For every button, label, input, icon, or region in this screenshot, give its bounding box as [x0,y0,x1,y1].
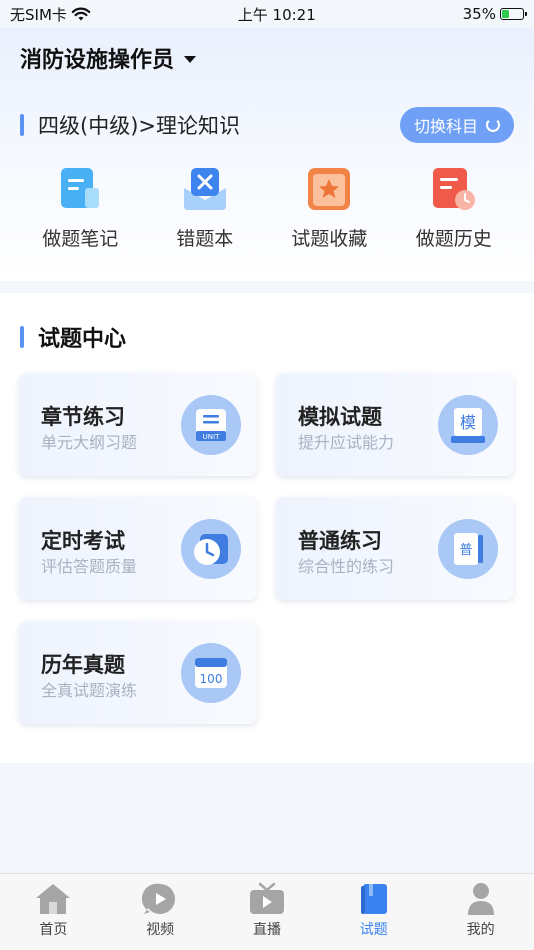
past-text: 100 [200,672,223,686]
quick-note[interactable]: 做题笔记 [25,166,135,266]
card-title: 历年真题 [41,653,125,677]
wrong-book-icon [183,168,226,210]
question-center: 试题中心 章节练习 单元大纲习题 UNIT 模拟试题 提升应试能力 模 定时考试 [0,293,534,763]
header-panel: 消防设施操作员 四级(中级)>理论知识 切换科目 做题笔记 错题本 试题收藏 做… [0,28,534,281]
switch-subject-button[interactable]: 切换科目 [399,107,514,143]
refresh-icon [486,118,500,132]
battery-icon [499,8,527,20]
status-bar: 无SIM卡 上午 10:21 35% [0,0,534,28]
switch-subject-label: 切换科目 [413,117,478,136]
quick-wrong-book[interactable]: 错题本 [150,166,260,266]
exam-name: 消防设施操作员 [20,48,175,73]
unit-text: UNIT [203,433,220,441]
card-title: 模拟试题 [298,405,382,429]
tab-bar: 首页 视频 直播 试题 我的 [0,873,534,950]
card-timed-exam[interactable]: 定时考试 评估答题质量 [19,497,257,600]
unit-book-icon: UNIT [196,409,226,441]
tab-profile[interactable]: 我的 [441,882,521,950]
tab-video[interactable]: 视频 [120,882,200,950]
tab-profile-label: 我的 [466,922,495,938]
live-tv-icon [249,882,284,914]
section-title: 试题中心 [38,327,127,352]
card-subtitle: 全真试题演练 [41,681,138,700]
clock-icon [194,534,228,565]
quick-note-label: 做题笔记 [42,228,119,250]
tab-home-label: 首页 [39,922,68,938]
favorite-icon [308,168,351,210]
home-icon [36,884,71,914]
card-subtitle: 单元大纲习题 [41,433,138,452]
tab-home[interactable]: 首页 [13,882,93,950]
tab-video-label: 视频 [146,922,175,938]
card-subtitle: 综合性的练习 [298,557,395,576]
accent-bar [20,326,24,348]
battery-percent: 35% [462,5,496,23]
quick-history-label: 做题历史 [415,228,492,250]
tab-live-label: 直播 [252,922,281,938]
carrier-label: 无SIM卡 [10,5,67,24]
tab-questions-label: 试题 [359,922,388,938]
card-subtitle: 评估答题质量 [41,557,138,576]
quick-favorite-label: 试题收藏 [291,228,368,250]
card-title: 章节练习 [41,405,125,429]
note-icon [61,168,100,208]
quick-wrong-book-label: 错题本 [176,228,234,250]
mock-paper-icon: 模 [451,408,485,443]
wifi-icon [71,7,91,20]
card-title: 定时考试 [41,529,125,553]
card-general-practice[interactable]: 普通练习 综合性的练习 普 [276,497,514,600]
tab-questions[interactable]: 试题 [334,882,414,950]
card-chapter-practice[interactable]: 章节练习 单元大纲习题 UNIT [19,373,257,476]
calendar-100-icon: 100 [195,658,227,688]
quick-history[interactable]: 做题历史 [399,166,509,266]
exam-selector[interactable]: 消防设施操作员 [20,42,197,74]
question-book-icon [360,884,387,914]
subject-title: 四级(中级)>理论知识 [38,114,240,138]
accent-bar [20,114,24,136]
subject-row: 四级(中级)>理论知识 切换科目 [20,106,514,144]
practice-text: 普 [459,543,472,558]
video-icon [142,883,176,914]
mock-text: 模 [460,413,476,432]
card-subtitle: 提升应试能力 [298,433,395,452]
caret-down-icon [184,55,197,63]
clock: 上午 10:21 [237,5,316,24]
practice-book-icon: 普 [454,533,483,565]
quick-favorite[interactable]: 试题收藏 [274,166,384,266]
history-icon [432,168,475,210]
profile-icon [467,883,494,915]
card-past-papers[interactable]: 历年真题 全真试题演练 100 [19,621,257,724]
quick-actions: 做题笔记 错题本 试题收藏 做题历史 [0,166,534,266]
card-mock-exam[interactable]: 模拟试题 提升应试能力 模 [276,373,514,476]
tab-live[interactable]: 直播 [227,882,307,950]
card-title: 普通练习 [298,529,382,553]
